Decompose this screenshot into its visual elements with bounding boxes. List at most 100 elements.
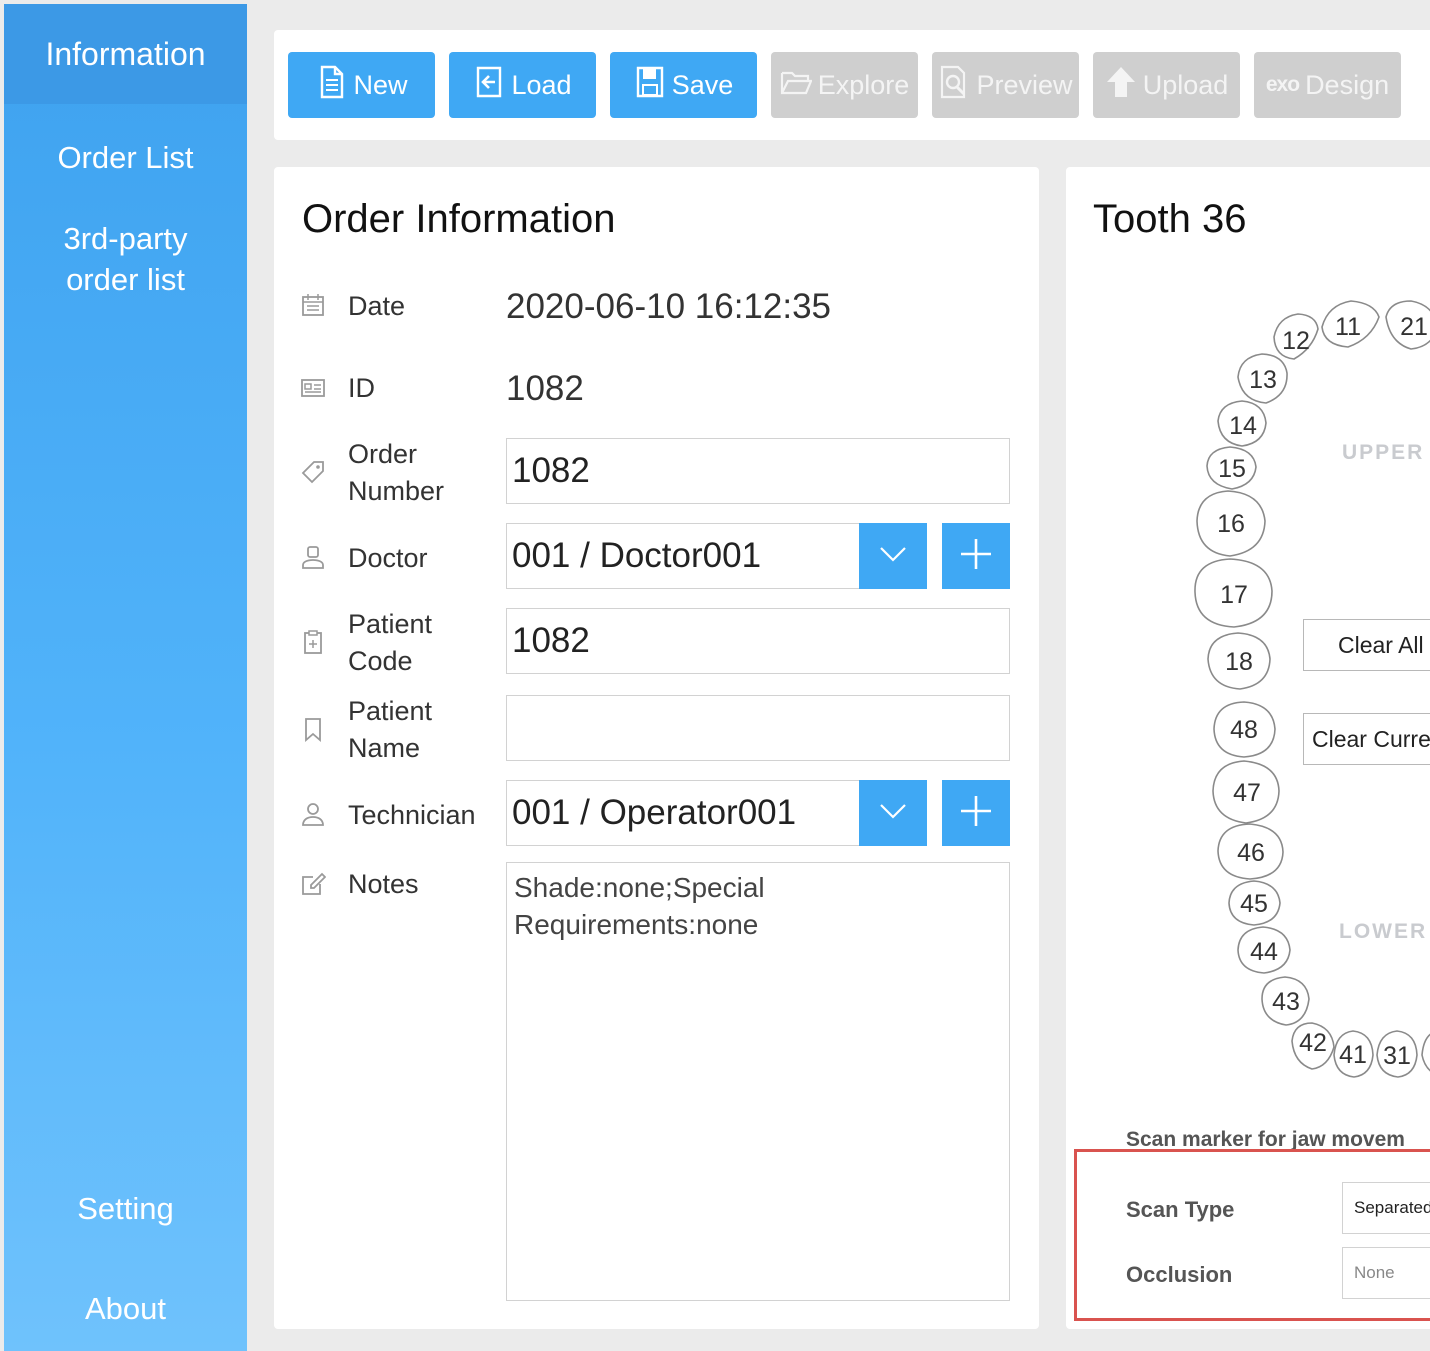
exo-design-button[interactable]: exo Design: [1254, 52, 1401, 118]
tooth-21[interactable]: 21: [1385, 300, 1430, 350]
calendar-icon: [300, 292, 326, 318]
scan-type-label: Scan Type: [1126, 1197, 1235, 1222]
doctor-icon: [300, 544, 326, 570]
tooth-16[interactable]: 16: [1196, 490, 1266, 557]
tooth-13[interactable]: 13: [1237, 353, 1288, 404]
svg-text:42: 42: [1299, 1029, 1327, 1057]
scan-settings-box: Scan Type Separated Occlusion None: [1074, 1149, 1430, 1321]
tooth-42[interactable]: 42: [1291, 1022, 1335, 1070]
technician-dropdown-button[interactable]: [859, 780, 927, 846]
user-icon: [300, 801, 326, 827]
svg-text:48: 48: [1230, 716, 1258, 744]
design-button-label: Design: [1305, 69, 1390, 100]
tooth-46[interactable]: 46: [1217, 823, 1284, 880]
panel-title: Order Information: [302, 197, 616, 241]
id-label: ID: [348, 373, 375, 403]
new-button[interactable]: New: [288, 52, 435, 118]
tooth-12[interactable]: 12: [1273, 313, 1319, 360]
order-number-label: Order Number: [348, 439, 445, 506]
patient-name-label: Patient Name: [348, 696, 433, 763]
order-information-panel: Order Information Date 2020-06-10 16:12:…: [274, 167, 1039, 1329]
folder-open-icon: [780, 64, 813, 107]
svg-text:44: 44: [1250, 938, 1278, 966]
new-button-label: New: [353, 69, 408, 100]
explore-button-label: Explore: [817, 69, 910, 100]
sidebar-item-3rd-party-order-list[interactable]: 3rd-party order list: [4, 218, 247, 300]
clear-all-button[interactable]: Clear All: [1303, 619, 1430, 671]
tooth-17[interactable]: 17: [1194, 558, 1273, 628]
tooth-41[interactable]: 41: [1333, 1030, 1374, 1078]
floppy-icon: [634, 64, 666, 107]
add-technician-button[interactable]: [942, 780, 1010, 846]
tooth-15[interactable]: 15: [1206, 446, 1257, 490]
patient-code-field[interactable]: 1082: [506, 608, 1010, 674]
tooth-48[interactable]: 48: [1213, 701, 1276, 758]
notes-label: Notes: [348, 869, 419, 899]
svg-text:12: 12: [1282, 327, 1310, 355]
doctor-dropdown-button[interactable]: [859, 523, 927, 589]
upper-jaw-label: UPPER: [1342, 441, 1424, 464]
clipboard-icon: [300, 629, 326, 655]
sidebar-item-about[interactable]: About: [4, 1288, 247, 1329]
upload-button-label: Upload: [1142, 69, 1229, 100]
tooth-47[interactable]: 47: [1212, 760, 1280, 824]
tooth-partial[interactable]: [1421, 1031, 1430, 1077]
tooth-18[interactable]: 18: [1207, 632, 1271, 690]
svg-text:18: 18: [1225, 648, 1253, 676]
chevron-down-icon: [879, 802, 907, 825]
tooth-selection-panel: Tooth 36 12 11 21 13 14 15 16 17 18 48 4…: [1066, 167, 1430, 1329]
scan-type-select[interactable]: Separated: [1342, 1182, 1430, 1234]
bookmark-icon: [300, 716, 326, 742]
tooth-31[interactable]: 31: [1376, 1030, 1418, 1078]
id-value: 1082: [506, 369, 584, 408]
svg-text:16: 16: [1217, 510, 1245, 538]
patient-name-field[interactable]: [506, 695, 1010, 761]
tooth-43[interactable]: 43: [1261, 976, 1310, 1026]
technician-label: Technician: [348, 800, 476, 830]
patient-code-label: Patient Code: [348, 609, 433, 676]
occlusion-label: Occlusion: [1126, 1262, 1233, 1287]
tooth-45[interactable]: 45: [1228, 880, 1281, 926]
sidebar-item-order-list[interactable]: Order List: [4, 137, 247, 178]
exo-logo: exo: [1265, 73, 1300, 96]
tooth-44[interactable]: 44: [1237, 926, 1291, 974]
svg-text:17: 17: [1220, 581, 1248, 609]
chevron-down-icon: [879, 545, 907, 568]
svg-text:21: 21: [1400, 313, 1428, 341]
tooth-14[interactable]: 14: [1217, 400, 1267, 447]
occlusion-select[interactable]: None: [1342, 1247, 1430, 1299]
save-button[interactable]: Save: [610, 52, 757, 118]
svg-text:11: 11: [1335, 313, 1361, 341]
save-button-label: Save: [671, 69, 734, 100]
load-button[interactable]: Load: [449, 52, 596, 118]
tag-icon: [300, 459, 326, 485]
svg-text:15: 15: [1218, 455, 1246, 483]
import-icon: [473, 64, 505, 107]
plus-icon: [959, 794, 993, 833]
preview-button-label: Preview: [976, 69, 1073, 100]
preview-icon: [938, 64, 970, 107]
id-card-icon: [300, 375, 326, 401]
svg-text:45: 45: [1240, 890, 1268, 918]
sidebar-item-information[interactable]: Information: [4, 4, 247, 104]
upload-button[interactable]: Upload: [1093, 52, 1240, 118]
tooth-11[interactable]: 11: [1321, 300, 1380, 348]
sidebar-item-setting[interactable]: Setting: [4, 1188, 247, 1229]
toolbar: New Load Save Explore Preview Upload exo…: [274, 30, 1430, 140]
clear-current-button[interactable]: Clear Curre: [1303, 713, 1430, 765]
preview-button[interactable]: Preview: [932, 52, 1079, 118]
svg-text:43: 43: [1272, 988, 1300, 1016]
svg-text:46: 46: [1237, 839, 1265, 867]
sidebar: Information Order List 3rd-party order l…: [4, 4, 247, 1351]
date-value: 2020-06-10 16:12:35: [506, 287, 831, 326]
edit-icon: [300, 871, 327, 897]
notes-textarea[interactable]: Shade:none;Special Requirements:none: [506, 862, 1010, 1301]
order-number-field[interactable]: 1082: [506, 438, 1010, 504]
svg-text:31: 31: [1383, 1042, 1411, 1070]
doctor-label: Doctor: [348, 543, 428, 573]
add-doctor-button[interactable]: [942, 523, 1010, 589]
document-icon: [315, 64, 347, 107]
explore-button[interactable]: Explore: [771, 52, 918, 118]
svg-text:13: 13: [1249, 366, 1277, 394]
notes-line: Shade:none;Special: [514, 872, 765, 903]
